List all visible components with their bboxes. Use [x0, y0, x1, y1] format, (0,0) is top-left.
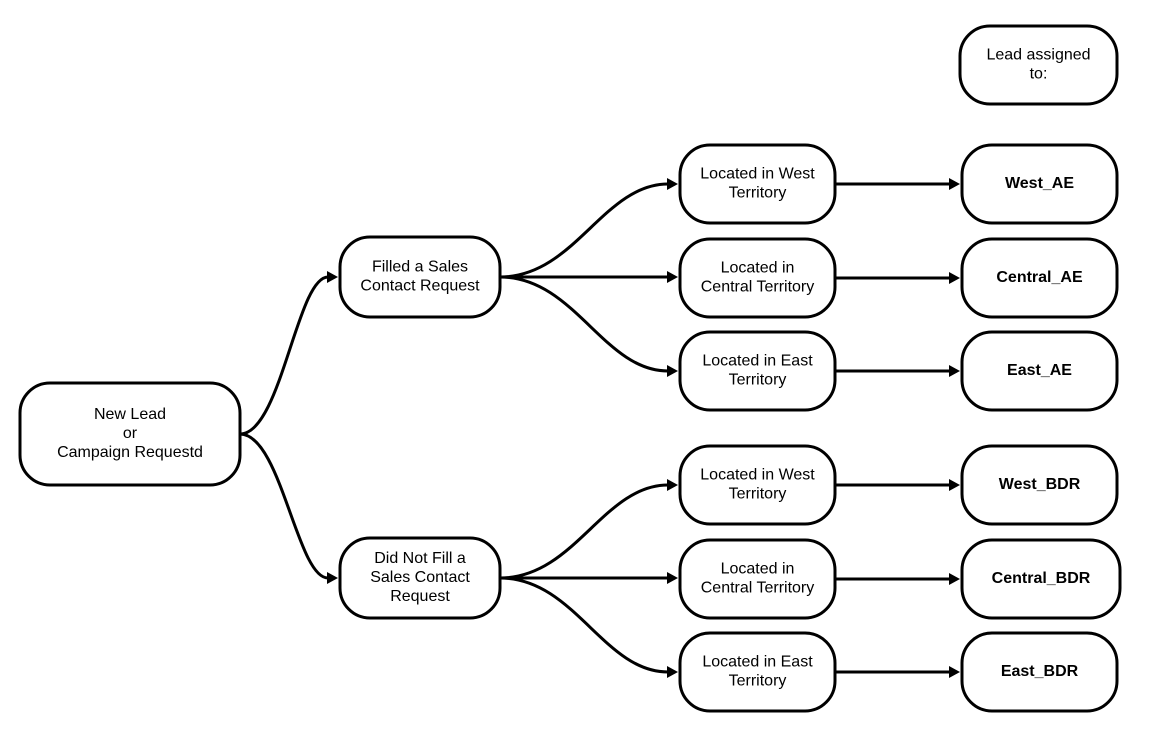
- edge-not-filled-to-west: [499, 479, 678, 580]
- lead-assigned-to[interactable]: Lead assigned to:: [958, 24, 1119, 106]
- edge-root-to-not-filled-line: [239, 432, 329, 580]
- assignee-west-bdr-label: West_BDR: [999, 476, 1081, 493]
- assignee-west-ae-label: West_AE: [1005, 175, 1074, 192]
- territory-west-lower-label: Territory: [729, 486, 787, 503]
- edge-filled-to-east: [499, 275, 678, 377]
- edge-filled-to-west: [499, 178, 678, 279]
- territory-west-lower-label: Located in West: [700, 467, 815, 484]
- edge-root-to-filled: [239, 271, 338, 436]
- edge-central-upper-to-central-ae: [835, 272, 960, 284]
- edge-east-lower-to-east-bdr-arrowhead: [949, 666, 960, 678]
- territory-east-upper[interactable]: Located in East Territory: [678, 330, 837, 412]
- assignee-central-ae-label: Central_AE: [996, 269, 1083, 286]
- new-lead-label: or: [123, 425, 138, 442]
- territory-east-lower-label: Located in East: [702, 654, 813, 671]
- edge-central-upper-to-central-ae-arrowhead: [949, 272, 960, 284]
- territory-west-lower[interactable]: Located in West Territory: [678, 444, 837, 526]
- edge-not-filled-to-east-line: [499, 576, 669, 674]
- edge-west-upper-to-west-ae-arrowhead: [949, 178, 960, 190]
- edge-not-filled-to-east-arrowhead: [667, 666, 678, 678]
- assignee-east-ae[interactable]: East_AE: [960, 330, 1119, 412]
- did-not-fill-sales-contact-request[interactable]: Did Not Fill a Sales Contact Request: [338, 536, 502, 620]
- new-lead[interactable]: New Lead or Campaign Requestd: [18, 381, 242, 487]
- territory-east-upper-label: Located in East: [702, 353, 813, 370]
- edge-root-to-filled-arrowhead: [327, 271, 338, 283]
- lead-assigned-to-label: Lead assigned: [986, 47, 1090, 64]
- territory-west-upper[interactable]: Located in West Territory: [678, 143, 837, 225]
- assignee-west-ae[interactable]: West_AE: [960, 143, 1119, 225]
- new-lead-label: New Lead: [94, 406, 166, 423]
- edge-filled-to-east-arrowhead: [667, 365, 678, 377]
- assignee-central-bdr[interactable]: Central_BDR: [960, 538, 1122, 620]
- edge-filled-to-west-line: [499, 182, 669, 279]
- territory-central-upper-label: Located in: [721, 260, 795, 277]
- edge-filled-to-central-arrowhead: [667, 271, 678, 283]
- assignee-central-ae[interactable]: Central_AE: [960, 237, 1119, 319]
- edge-west-lower-to-west-bdr: [835, 479, 960, 491]
- flowchart-canvas: New Lead or Campaign Requestd Lead assigned…: [0, 0, 1158, 739]
- new-lead-label: Campaign Requestd: [57, 444, 203, 461]
- edge-east-upper-to-east-ae: [835, 365, 960, 377]
- assignee-east-bdr-label: East_BDR: [1001, 663, 1079, 680]
- territory-central-upper-label: Central Territory: [701, 279, 815, 296]
- edge-east-upper-to-east-ae-arrowhead: [949, 365, 960, 377]
- edge-root-to-not-filled-arrowhead: [327, 572, 338, 584]
- edge-central-lower-to-central-bdr-arrowhead: [949, 573, 960, 585]
- territory-west-upper-label: Territory: [729, 185, 787, 202]
- edge-west-lower-to-west-bdr-arrowhead: [949, 479, 960, 491]
- edge-filled-to-east-line: [499, 275, 669, 373]
- territory-central-lower-label: Located in: [721, 561, 795, 578]
- did-not-fill-sales-contact-request-label: Did Not Fill a: [374, 550, 466, 567]
- filled-sales-contact-request[interactable]: Filled a Sales Contact Request: [338, 235, 502, 319]
- territory-east-upper-label: Territory: [729, 372, 787, 389]
- edge-root-to-filled-line: [239, 275, 329, 436]
- edge-not-filled-to-east: [499, 576, 678, 678]
- assignee-west-bdr[interactable]: West_BDR: [960, 444, 1119, 526]
- assignee-east-ae-label: East_AE: [1007, 362, 1072, 379]
- edge-not-filled-to-west-line: [499, 483, 669, 580]
- territory-central-upper[interactable]: Located in Central Territory: [678, 237, 837, 319]
- territory-central-lower[interactable]: Located in Central Territory: [678, 538, 837, 620]
- territory-east-lower-label: Territory: [729, 673, 787, 690]
- edge-not-filled-to-west-arrowhead: [667, 479, 678, 491]
- edge-filled-to-west-arrowhead: [667, 178, 678, 190]
- edge-not-filled-to-central-arrowhead: [667, 572, 678, 584]
- assignee-central-bdr-label: Central_BDR: [992, 570, 1091, 587]
- filled-sales-contact-request-label: Contact Request: [360, 278, 480, 295]
- did-not-fill-sales-contact-request-label: Sales Contact: [370, 569, 470, 586]
- territory-central-lower-label: Central Territory: [701, 580, 815, 597]
- filled-sales-contact-request-label: Filled a Sales: [372, 259, 468, 276]
- lead-assigned-to-label: to:: [1030, 66, 1048, 83]
- territory-west-upper-label: Located in West: [700, 166, 815, 183]
- territory-east-lower[interactable]: Located in East Territory: [678, 631, 837, 713]
- edge-central-lower-to-central-bdr: [835, 573, 960, 585]
- assignee-east-bdr[interactable]: East_BDR: [960, 631, 1119, 713]
- did-not-fill-sales-contact-request-label: Request: [390, 588, 450, 605]
- edge-west-upper-to-west-ae: [835, 178, 960, 190]
- edge-root-to-not-filled: [239, 432, 338, 584]
- edge-east-lower-to-east-bdr: [835, 666, 960, 678]
